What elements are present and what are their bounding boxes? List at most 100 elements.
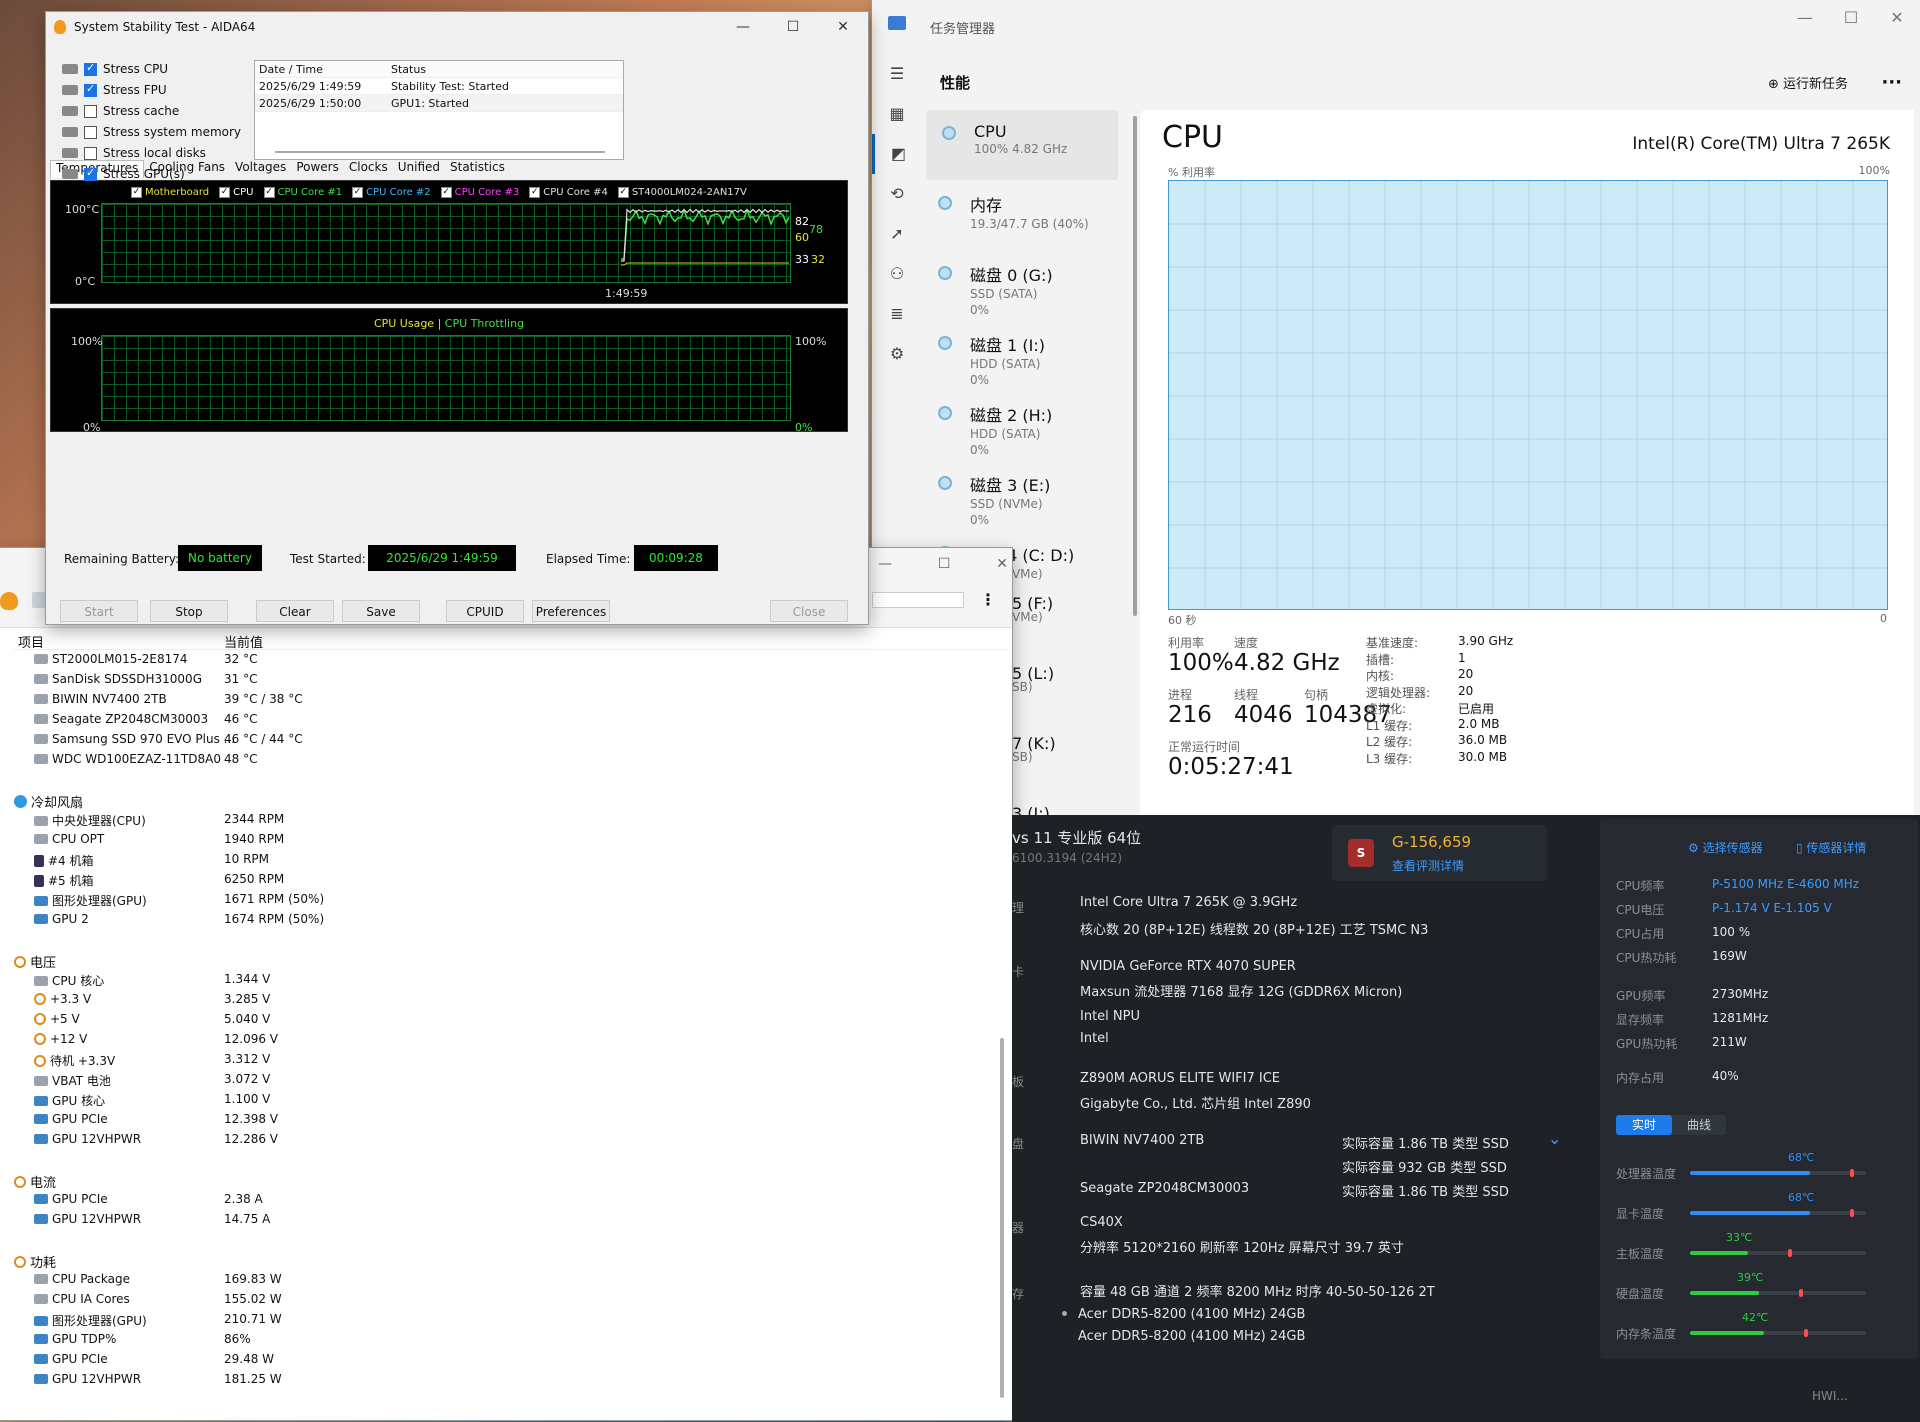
sensor-row[interactable]: GPU PCIe 29.48 W <box>14 1352 994 1372</box>
device-item[interactable]: 磁盘 0 (G:) SSD (SATA) 0% <box>922 250 1122 320</box>
tab-curve[interactable]: 曲线 <box>1672 1115 1726 1135</box>
sensor-row[interactable]: CPU OPT 1940 RPM <box>14 832 994 852</box>
device-list-scrollbar[interactable] <box>1133 116 1137 616</box>
sensor-group-header[interactable]: 功耗 <box>14 1252 994 1272</box>
more-options-icon[interactable]: ··· <box>1881 72 1902 93</box>
stress-option[interactable]: Stress local disks <box>62 146 206 160</box>
log-row[interactable]: 2025/6/29 1:49:59 Stability Test: Started <box>255 78 623 95</box>
stress-option[interactable]: Stress cache <box>62 104 179 118</box>
minimize-icon[interactable]: — <box>718 12 768 42</box>
performance-icon[interactable]: ◩ <box>872 134 922 174</box>
sensor-group-header[interactable]: 电流 <box>14 1172 994 1192</box>
legend-checkbox[interactable]: ✓ <box>529 187 541 198</box>
log-row[interactable]: 2025/6/29 1:50:00 GPU1: Started <box>255 95 623 112</box>
legend-item[interactable]: ✓ CPU Core #4 <box>529 187 608 198</box>
more-options-icon[interactable]: ⋮ <box>980 590 996 609</box>
log-scrollbar[interactable] <box>275 151 605 153</box>
sensor-row[interactable]: CPU IA Cores 155.02 W <box>14 1292 994 1312</box>
sensor-row[interactable]: GPU 12VHPWR 14.75 A <box>14 1212 994 1232</box>
chart-tab[interactable]: Voltages <box>230 160 291 178</box>
sensor-row[interactable]: SanDisk SDSSDH31000G 31 °C <box>14 672 994 692</box>
stress-option[interactable]: Stress GPU(s) <box>62 166 185 181</box>
legend-item[interactable]: ✓ CPU Core #2 <box>352 187 431 198</box>
sensor-row[interactable]: #5 机箱 6250 RPM <box>14 872 994 892</box>
sensor-row[interactable]: ST2000LM015-2E8174 32 °C <box>14 652 994 672</box>
legend-item[interactable]: ✓ Motherboard <box>131 187 209 198</box>
close-button[interactable]: Close <box>770 600 848 622</box>
sensor-row[interactable]: #4 机箱 10 RPM <box>14 852 994 872</box>
sensor-row[interactable]: VBAT 电池 3.072 V <box>14 1072 994 1092</box>
sensor-row[interactable]: GPU 12VHPWR 12.286 V <box>14 1132 994 1152</box>
processes-icon[interactable]: ▦ <box>872 94 922 134</box>
col-value[interactable]: 当前值 <box>224 632 263 651</box>
cpuid-button[interactable]: CPUID <box>446 600 524 622</box>
log-col-status[interactable]: Status <box>391 63 426 76</box>
minimize-icon[interactable]: — <box>878 556 892 572</box>
stress-option[interactable]: Stress CPU <box>62 61 168 76</box>
save-button[interactable]: Save <box>342 600 420 622</box>
checkbox[interactable] <box>84 82 97 97</box>
legend-checkbox[interactable]: ✓ <box>440 187 452 198</box>
startup-icon[interactable]: ➚ <box>872 214 922 254</box>
chart-tab[interactable]: Statistics <box>445 160 510 178</box>
close-icon[interactable]: ✕ <box>996 556 1008 572</box>
device-item[interactable]: 磁盘 2 (H:) HDD (SATA) 0% <box>922 390 1122 460</box>
device-item[interactable]: CPU 100% 4.82 GHz <box>926 110 1118 180</box>
sensor-row[interactable]: +5 V 5.040 V <box>14 1012 994 1032</box>
sensor-row[interactable]: CPU Package 169.83 W <box>14 1272 994 1292</box>
legend-item[interactable]: ✓ CPU <box>219 187 254 198</box>
sensor-row[interactable]: BIWIN NV7400 2TB 39 °C / 38 °C <box>14 692 994 712</box>
clear-button[interactable]: Clear <box>256 600 334 622</box>
preferences-button[interactable]: Preferences <box>532 600 610 622</box>
details-icon[interactable]: ≣ <box>872 294 922 334</box>
close-icon[interactable]: ✕ <box>818 12 868 42</box>
benchmark-score-card[interactable]: S G-156,659 查看评测详情 <box>1332 825 1547 881</box>
maximize-icon[interactable]: ☐ <box>768 12 818 42</box>
sensor-row[interactable]: 待机 +3.3V 3.312 V <box>14 1052 994 1072</box>
sensor-group-header[interactable]: 冷却风扇 <box>14 792 994 812</box>
score-detail-link[interactable]: 查看评测详情 <box>1392 857 1464 874</box>
run-new-task-button[interactable]: ⊕ 运行新任务 <box>1768 73 1848 92</box>
sensor-row[interactable]: GPU 核心 1.100 V <box>14 1092 994 1112</box>
stop-button[interactable]: Stop <box>150 600 228 622</box>
chart-tab[interactable]: Unified <box>393 160 445 178</box>
checkbox[interactable] <box>84 61 97 76</box>
sensor-row[interactable]: GPU PCIe 2.38 A <box>14 1192 994 1212</box>
legend-item[interactable]: ✓ CPU Core #3 <box>440 187 519 198</box>
legend-checkbox[interactable]: ✓ <box>352 187 364 198</box>
sensor-row[interactable]: GPU TDP% 86% <box>14 1332 994 1352</box>
sensor-detail-button[interactable]: ▯ 传感器详情 <box>1796 839 1866 856</box>
hamburger-icon[interactable]: ☰ <box>872 54 922 94</box>
sensor-row[interactable]: GPU 12VHPWR 181.25 W <box>14 1372 994 1392</box>
services-icon[interactable]: ⚙ <box>872 334 922 374</box>
sensor-row[interactable]: GPU PCIe 12.398 V <box>14 1112 994 1132</box>
sensor-scrollbar[interactable] <box>1000 1038 1004 1398</box>
users-icon[interactable]: ⚇ <box>872 254 922 294</box>
sensor-row[interactable]: Seagate ZP2048CM30003 46 °C <box>14 712 994 732</box>
stress-option[interactable]: Stress FPU <box>62 82 167 97</box>
device-item[interactable]: 内存 19.3/47.7 GB (40%) <box>922 180 1122 250</box>
sensor-group-header[interactable]: 电压 <box>14 952 994 972</box>
start-button[interactable]: Start <box>60 600 138 622</box>
legend-checkbox[interactable]: ✓ <box>131 187 142 198</box>
sensor-row[interactable]: 中央处理器(CPU) 2344 RPM <box>14 812 994 832</box>
sensor-row[interactable]: Samsung SSD 970 EVO Plus ... 46 °C / 44 °… <box>14 732 994 752</box>
col-item[interactable]: 项目 <box>18 632 44 651</box>
close-icon[interactable]: ✕ <box>1874 0 1920 34</box>
chevron-down-icon[interactable]: ⌄ <box>1548 1129 1561 1148</box>
legend-checkbox[interactable]: ✓ <box>219 187 231 198</box>
sensor-row[interactable]: +12 V 12.096 V <box>14 1032 994 1052</box>
sensor-row[interactable]: WDC WD100EZAZ-11TD8A0 48 °C <box>14 752 994 772</box>
log-col-datetime[interactable]: Date / Time <box>259 63 323 76</box>
legend-item[interactable]: ✓ ST4000LM024-2AN17V <box>617 187 747 198</box>
history-icon[interactable]: ⟲ <box>872 174 922 214</box>
legend-checkbox[interactable]: ✓ <box>617 187 629 198</box>
checkbox[interactable] <box>84 125 97 139</box>
legend-checkbox[interactable]: ✓ <box>263 187 275 198</box>
checkbox[interactable] <box>84 146 97 160</box>
select-sensor-button[interactable]: ⚙ 选择传感器 <box>1688 839 1763 856</box>
minimize-icon[interactable]: — <box>1782 0 1828 34</box>
sensor-row[interactable]: 图形处理器(GPU) 210.71 W <box>14 1312 994 1332</box>
maximize-icon[interactable]: ☐ <box>1828 0 1874 34</box>
tab-live[interactable]: 实时 <box>1616 1115 1672 1135</box>
